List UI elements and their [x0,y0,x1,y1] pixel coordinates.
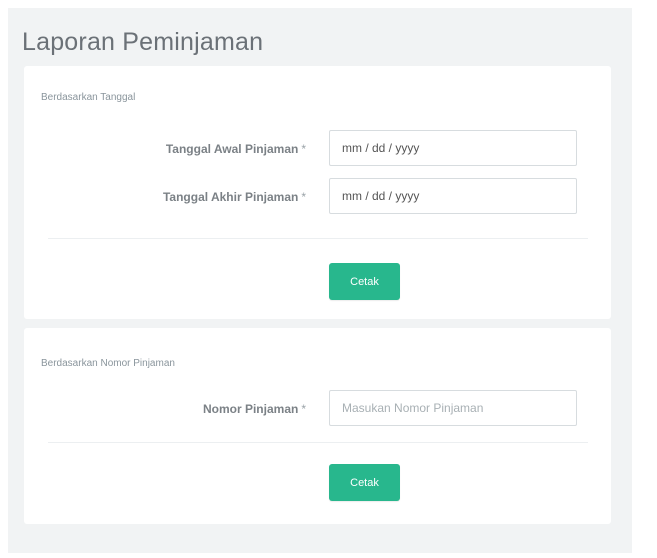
required-mark: * [301,142,306,156]
date-filter-card: Berdasarkan Tanggal Tanggal Awal Pinjama… [24,66,611,319]
start-date-input[interactable]: mm / dd / yyyy [329,130,577,166]
report-page: Laporan Peminjaman Berdasarkan Tanggal T… [8,8,632,553]
loan-number-label: Nomor Pinjaman * [203,402,306,416]
end-date-input[interactable]: mm / dd / yyyy [329,178,577,214]
print-by-number-button[interactable]: Cetak [329,464,400,501]
date-section-title: Berdasarkan Tanggal [41,92,136,103]
start-date-label-text: Tanggal Awal Pinjaman [165,142,299,156]
start-date-label: Tanggal Awal Pinjaman * [166,142,306,156]
divider [48,238,588,239]
required-mark: * [301,190,306,204]
loan-number-label-text: Nomor Pinjaman [202,402,299,416]
number-filter-card: Berdasarkan Nomor Pinjaman Nomor Pinjama… [24,328,611,524]
required-mark: * [301,402,306,416]
page-title: Laporan Peminjaman [22,28,264,56]
print-by-date-button[interactable]: Cetak [329,263,400,300]
divider [48,442,588,443]
end-date-label-text: Tanggal Akhir Pinjaman [162,190,299,204]
end-date-label: Tanggal Akhir Pinjaman * [163,190,306,204]
loan-number-input[interactable] [329,390,577,426]
number-section-title: Berdasarkan Nomor Pinjaman [41,358,175,369]
